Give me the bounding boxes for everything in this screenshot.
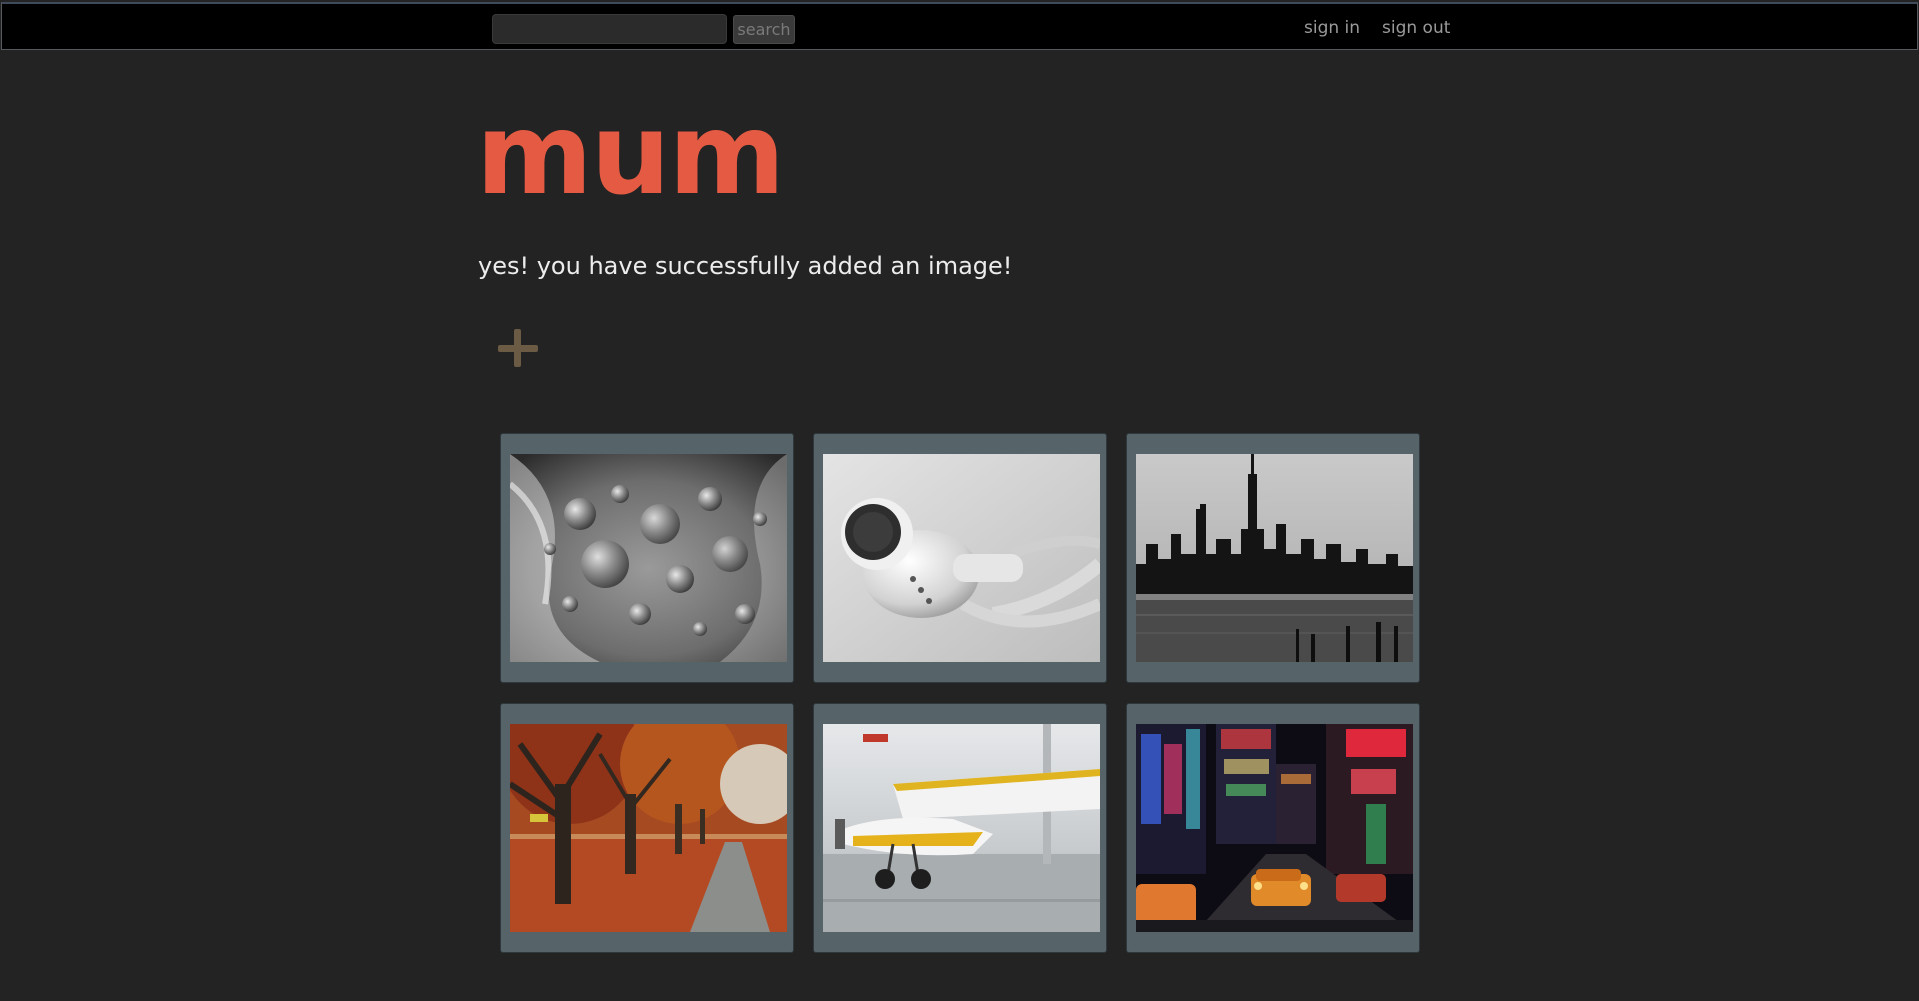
- sign-in-link[interactable]: sign in: [1304, 18, 1360, 38]
- search-button[interactable]: search: [733, 15, 795, 44]
- city-skyline-photo[interactable]: [1136, 454, 1413, 662]
- success-message: yes! you have successfully added an imag…: [478, 252, 1013, 280]
- gallery-tile[interactable]: [1126, 433, 1420, 683]
- airplane-photo[interactable]: [823, 724, 1100, 932]
- sign-out-link[interactable]: sign out: [1382, 18, 1450, 38]
- autumn-trees-photo[interactable]: [510, 724, 787, 932]
- earbuds-photo[interactable]: [823, 454, 1100, 662]
- image-gallery: [500, 433, 1420, 953]
- plus-icon: [498, 329, 538, 367]
- water-drops-photo[interactable]: [510, 454, 787, 662]
- site-logo[interactable]: mum: [476, 90, 785, 220]
- gallery-tile[interactable]: [813, 433, 1107, 683]
- night-street-photo[interactable]: [1136, 724, 1413, 932]
- gallery-tile[interactable]: [813, 703, 1107, 953]
- top-navigation-bar: search sign in sign out: [1, 2, 1918, 50]
- gallery-tile[interactable]: [500, 433, 794, 683]
- gallery-tile[interactable]: [1126, 703, 1420, 953]
- gallery-tile[interactable]: [500, 703, 794, 953]
- search-input[interactable]: [492, 14, 727, 44]
- add-image-button[interactable]: [495, 326, 541, 372]
